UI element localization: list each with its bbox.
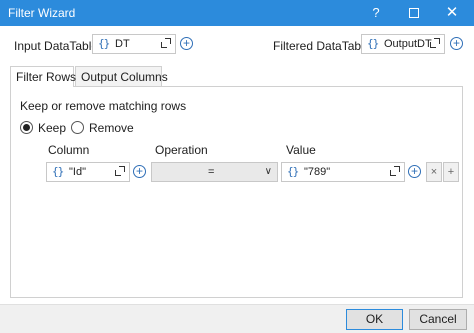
operation-value: = [208, 166, 215, 178]
value-value: "789" [304, 166, 331, 178]
filtered-datatable-label: Filtered DataTable [273, 39, 371, 53]
keep-radio-label[interactable]: Keep [38, 121, 66, 135]
dialog-footer: OK Cancel [0, 304, 474, 333]
column-value: "Id" [69, 166, 86, 178]
close-icon[interactable]: ✕ [436, 0, 468, 26]
input-datatable-label: Input DataTable [14, 39, 99, 53]
input-datatable-field[interactable]: {} DT [92, 34, 176, 54]
value-header: Value [286, 143, 316, 157]
remove-radio-label[interactable]: Remove [89, 121, 134, 135]
add-circle-icon[interactable]: + [408, 165, 421, 178]
add-circle-icon[interactable]: + [133, 165, 146, 178]
window-title: Filter Wizard [8, 6, 76, 20]
expand-icon[interactable] [115, 166, 125, 176]
filtered-datatable-field[interactable]: {} OutputDT [361, 34, 445, 54]
cancel-button[interactable]: Cancel [409, 309, 467, 330]
chevron-down-icon: ∨ [264, 166, 272, 177]
filtered-datatable-value: OutputDT [384, 38, 432, 50]
expand-icon[interactable] [430, 38, 440, 48]
input-datatable-value: DT [115, 38, 130, 50]
tab-filter-rows[interactable]: Filter Rows [10, 66, 76, 87]
expression-brace-icon: {} [98, 37, 110, 50]
add-circle-icon[interactable]: + [180, 37, 193, 50]
column-expression-field[interactable]: {} "Id" [46, 162, 130, 182]
keep-radio[interactable] [20, 121, 33, 134]
filter-rows-panel [10, 86, 463, 298]
add-circle-icon[interactable]: + [450, 37, 463, 50]
plus-icon[interactable]: + [443, 162, 459, 182]
value-expression-field[interactable]: {} "789" [281, 162, 405, 182]
maximize-icon[interactable] [398, 0, 430, 26]
tab-output-columns[interactable]: Output Columns [75, 66, 168, 86]
title-bar: Filter Wizard ? ✕ [0, 0, 474, 26]
ok-button[interactable]: OK [346, 309, 403, 330]
remove-icon[interactable]: × [426, 162, 442, 182]
operation-header: Operation [155, 143, 208, 157]
remove-radio[interactable] [71, 121, 84, 134]
operation-select[interactable]: = ∨ [151, 162, 278, 182]
help-icon[interactable]: ? [360, 0, 392, 26]
expand-icon[interactable] [390, 166, 400, 176]
expression-brace-icon: {} [52, 165, 64, 178]
expand-icon[interactable] [161, 38, 171, 48]
keep-remove-heading: Keep or remove matching rows [20, 99, 187, 113]
expression-brace-icon: {} [287, 165, 299, 178]
expression-brace-icon: {} [367, 37, 379, 50]
column-header: Column [48, 143, 90, 157]
